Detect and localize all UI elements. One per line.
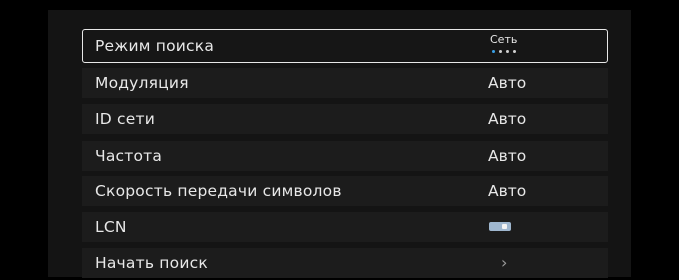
lcn-toggle[interactable]: [489, 222, 511, 231]
lcn-label: LCN: [95, 218, 127, 236]
search-mode-row[interactable]: Режим поиска Сеть: [82, 29, 608, 63]
option-dot: [492, 50, 495, 53]
network-id-label: ID сети: [95, 110, 155, 128]
start-search-row[interactable]: Начать поиск ›: [82, 246, 608, 280]
option-dot: [499, 50, 502, 53]
start-search-label: Начать поиск: [95, 254, 208, 272]
symbol-rate-label: Скорость передачи символов: [95, 182, 342, 200]
chevron-right-icon: ›: [501, 253, 508, 272]
lcn-row[interactable]: LCN: [82, 210, 608, 244]
frequency-row[interactable]: Частота Авто: [82, 139, 608, 173]
search-mode-label: Режим поиска: [95, 37, 215, 55]
symbol-rate-value: Авто: [488, 182, 527, 200]
frequency-value: Авто: [488, 147, 527, 165]
search-mode-value[interactable]: Сеть: [490, 34, 517, 46]
option-indicator-dots: [492, 50, 516, 53]
modulation-label: Модуляция: [95, 74, 189, 92]
modulation-value: Авто: [488, 74, 527, 92]
toggle-knob: [502, 224, 507, 229]
symbol-rate-row[interactable]: Скорость передачи символов Авто: [82, 174, 608, 208]
network-id-value: Авто: [488, 110, 527, 128]
modulation-row[interactable]: Модуляция Авто: [82, 66, 608, 100]
option-dot: [513, 50, 516, 53]
network-id-row[interactable]: ID сети Авто: [82, 102, 608, 136]
option-dot: [506, 50, 509, 53]
frequency-label: Частота: [95, 147, 163, 165]
